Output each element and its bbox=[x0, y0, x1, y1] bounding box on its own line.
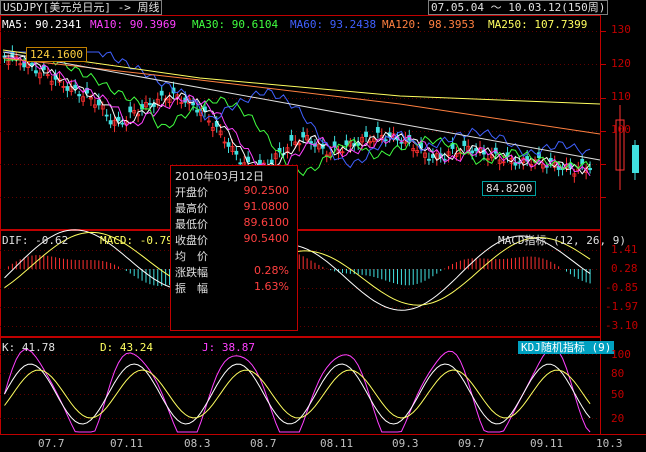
candle-body bbox=[238, 162, 243, 165]
x-tick-07-7: 07.7 bbox=[38, 437, 65, 450]
ma60-line bbox=[4, 51, 591, 169]
x-tick-09-7: 09.7 bbox=[458, 437, 485, 450]
info-label: 最低价 bbox=[175, 218, 208, 231]
candle-body bbox=[116, 116, 121, 122]
candle-body bbox=[128, 106, 133, 113]
candle-body bbox=[120, 122, 125, 125]
info-row-change: 涨跌幅 0.28% bbox=[175, 264, 293, 280]
candle-body bbox=[309, 141, 313, 144]
ma5-label: MA5: 90.2341 bbox=[2, 18, 82, 31]
candle-body bbox=[104, 114, 109, 117]
candle-body bbox=[73, 84, 78, 89]
info-label: 均 价 bbox=[175, 250, 208, 263]
k-value: K: 41.78 bbox=[2, 341, 55, 354]
macd-tick-5: -3.10 bbox=[605, 319, 639, 332]
macd-tick-3: -0.85 bbox=[605, 281, 639, 294]
candle-body bbox=[588, 167, 592, 171]
candle-body bbox=[383, 139, 388, 142]
macd-tick-1: 1.41 bbox=[611, 243, 638, 256]
candle-body bbox=[148, 102, 152, 106]
info-label: 涨跌幅 bbox=[175, 266, 208, 279]
ma10-label: MA10: 90.3969 bbox=[90, 18, 177, 31]
candle-body bbox=[375, 127, 380, 133]
dif-value: DIF: -0.62 bbox=[2, 234, 69, 247]
candle-body bbox=[159, 90, 164, 96]
info-row-amplitude: 振 幅 1.63% bbox=[175, 280, 293, 296]
x-tick-07-11: 07.11 bbox=[110, 437, 144, 450]
info-label: 最高价 bbox=[175, 202, 208, 215]
chart-graphics bbox=[0, 15, 646, 435]
candle-body bbox=[301, 132, 306, 138]
kdj-tick-80: 80 bbox=[611, 367, 625, 380]
candle-body bbox=[195, 109, 199, 113]
price-tick-120: 120 bbox=[611, 57, 631, 70]
candle-body bbox=[30, 62, 34, 66]
candle-body bbox=[34, 70, 38, 74]
x-tick-08-3: 08.3 bbox=[184, 437, 211, 450]
candle-body bbox=[65, 86, 70, 91]
macd-value: MACD: -0.79 bbox=[100, 234, 173, 247]
info-value: 90.5400 bbox=[243, 232, 290, 245]
info-row-avg: 均 价 bbox=[175, 248, 293, 264]
ma60-label: MA60: 93.2438 bbox=[290, 18, 377, 31]
symbol-title[interactable]: USDJPY[美元兑日元] -> 周线 bbox=[0, 0, 163, 15]
info-date: 2010年03月12日 bbox=[175, 170, 264, 183]
candle-body bbox=[108, 120, 113, 125]
info-value: 90.2500 bbox=[243, 184, 290, 197]
d-value: D: 43.24 bbox=[100, 341, 153, 354]
info-value: 91.0800 bbox=[243, 200, 290, 213]
kdj-tick-50: 50 bbox=[611, 388, 625, 401]
info-row-close: 收盘价 90.5400 bbox=[175, 232, 293, 248]
low-price-tag: 84.8200 bbox=[482, 181, 537, 196]
trend-line bbox=[2, 51, 601, 161]
high-price-tag: 124.1600 bbox=[26, 47, 87, 62]
info-row-low: 最低价 89.6100 bbox=[175, 216, 293, 232]
info-row-high: 最高价 91.0800 bbox=[175, 200, 293, 216]
kdj-indicator-title[interactable]: KDJ随机指标 (9) bbox=[518, 341, 615, 354]
candle-body bbox=[77, 94, 82, 97]
kdj-tick-100: 100 bbox=[611, 348, 631, 361]
candle-body bbox=[96, 99, 101, 106]
x-tick-09-11: 09.11 bbox=[530, 437, 564, 450]
price-tick-100: 100 bbox=[611, 123, 631, 136]
info-label: 收盘价 bbox=[175, 234, 208, 247]
ma120-label: MA120: 98.3953 bbox=[382, 18, 475, 31]
ma30-line bbox=[4, 59, 591, 177]
macd-tick-2: 0.28 bbox=[611, 262, 638, 275]
info-label: 开盘价 bbox=[175, 186, 208, 199]
candle-body bbox=[470, 150, 475, 154]
kdj-j-line bbox=[4, 347, 591, 433]
kdj-tick-20: 20 bbox=[611, 412, 625, 425]
candle-body bbox=[462, 140, 467, 147]
x-tick-08-7: 08.7 bbox=[250, 437, 277, 450]
ma120-line bbox=[2, 57, 601, 135]
price-tick-130: 130 bbox=[611, 23, 631, 36]
macd-tick-4: -1.97 bbox=[605, 300, 639, 313]
candle-body bbox=[289, 135, 294, 141]
candle-body bbox=[364, 131, 368, 137]
candle-body bbox=[191, 102, 196, 106]
candle-body bbox=[226, 142, 231, 147]
candle-body bbox=[234, 150, 239, 155]
info-value: 1.63% bbox=[254, 280, 289, 293]
x-tick-09-3: 09.3 bbox=[392, 437, 419, 450]
x-tick-08-11: 08.11 bbox=[320, 437, 354, 450]
info-label: 振 幅 bbox=[175, 282, 208, 295]
info-value: 89.6100 bbox=[243, 216, 290, 229]
date-range[interactable]: 07.05.04 ～ 10.03.12(150周) bbox=[428, 0, 609, 15]
info-row-open: 开盘价 90.2500 bbox=[175, 184, 293, 200]
info-value: 0.28% bbox=[254, 264, 289, 277]
macd-indicator-title[interactable]: MACD指标 (12, 26, 9) bbox=[498, 234, 626, 247]
bar-info-popup: 2010年03月12日 开盘价 90.2500 最高价 91.0800 最低价 89.… bbox=[170, 165, 298, 331]
x-tick-10-3: 10.3 bbox=[596, 437, 623, 450]
candle-body bbox=[427, 158, 431, 161]
j-value: J: 38.87 bbox=[202, 341, 255, 354]
ma30-label: MA30: 90.6104 bbox=[192, 18, 279, 31]
price-tick-110: 110 bbox=[611, 90, 631, 103]
chart-window: USDJPY[美元兑日元] -> 周线 07.05.04 ～ 10.03.12(… bbox=[0, 0, 646, 452]
ma250-label: MA250: 107.7399 bbox=[488, 18, 588, 31]
candle-body bbox=[344, 140, 349, 146]
